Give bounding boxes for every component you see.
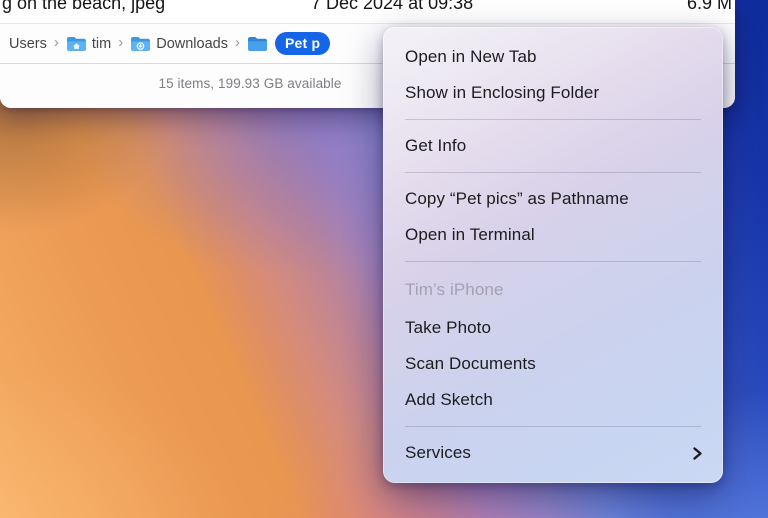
desktop: g on the beach, jpeg 7 Dec 2024 at 09:38… <box>0 0 768 518</box>
menu-separator <box>405 119 701 120</box>
menu-item-open-in-new-tab[interactable]: Open in New Tab <box>383 39 723 75</box>
menu-item-open-in-terminal[interactable]: Open in Terminal <box>383 217 723 253</box>
chevron-right-icon: › <box>118 34 123 51</box>
path-item-pet-pics[interactable]: Pet p <box>247 32 330 55</box>
file-row[interactable]: g on the beach, jpeg 7 Dec 2024 at 09:38… <box>0 0 735 23</box>
menu-section-header-tims-iphone: Tim’s iPhone <box>383 270 723 310</box>
chevron-right-icon: › <box>54 34 59 51</box>
menu-separator <box>405 426 701 427</box>
menu-item-scan-documents[interactable]: Scan Documents <box>383 346 723 382</box>
menu-item-services[interactable]: Services <box>383 435 723 471</box>
menu-item-copy-pathname[interactable]: Copy “Pet pics” as Pathname <box>383 181 723 217</box>
chevron-right-icon: › <box>235 34 240 51</box>
path-item-downloads[interactable]: Downloads <box>130 36 228 52</box>
menu-item-show-in-enclosing-folder[interactable]: Show in Enclosing Folder <box>383 75 723 111</box>
menu-separator <box>405 261 701 262</box>
menu-separator <box>405 172 701 173</box>
path-item-label: tim <box>92 36 111 52</box>
downloads-folder-icon <box>130 36 151 52</box>
context-menu: Open in New Tab Show in Enclosing Folder… <box>383 27 723 483</box>
path-item-label: Downloads <box>156 36 228 52</box>
menu-item-take-photo[interactable]: Take Photo <box>383 310 723 346</box>
submenu-chevron-icon <box>692 446 703 461</box>
home-folder-icon <box>66 36 87 52</box>
path-item-users[interactable]: Users <box>9 36 47 52</box>
menu-item-add-sketch[interactable]: Add Sketch <box>383 382 723 418</box>
selected-path-pill: Pet p <box>275 32 330 55</box>
menu-item-get-info[interactable]: Get Info <box>383 128 723 164</box>
file-size: 6.9 M <box>687 0 732 14</box>
file-name: g on the beach, jpeg <box>2 0 165 14</box>
menu-item-label: Services <box>405 443 471 463</box>
path-item-tim[interactable]: tim <box>66 36 111 52</box>
path-item-label: Users <box>9 36 47 52</box>
file-date-modified: 7 Dec 2024 at 09:38 <box>311 0 473 14</box>
folder-icon <box>247 36 268 52</box>
